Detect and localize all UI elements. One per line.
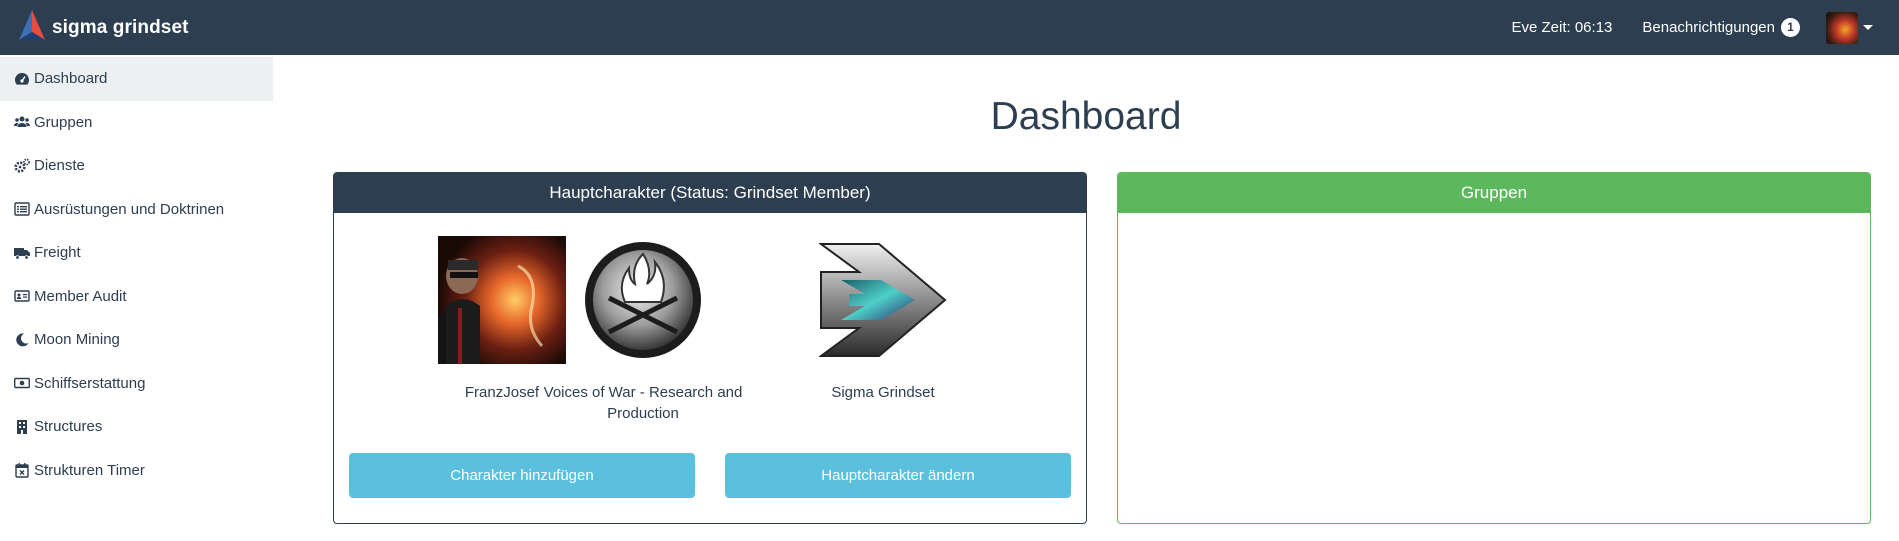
corporation-logo <box>579 236 707 364</box>
sidebar-item-label: Member Audit <box>34 287 127 305</box>
sidebar-item-moon-mining[interactable]: Moon Mining <box>0 318 273 362</box>
sidebar-item-label: Strukturen Timer <box>34 461 145 479</box>
sidebar-item-label: Dashboard <box>34 70 108 88</box>
notifications-link[interactable]: Benachrichtigungen 1 <box>1642 18 1800 37</box>
sidebar-item-label: Schiffserstattung <box>34 374 146 392</box>
sidebar-item-dienste[interactable]: Dienste <box>0 144 273 188</box>
alliance-name: Sigma Grindset <box>831 384 935 401</box>
sidebar-item-member-audit[interactable]: Member Audit <box>0 275 273 319</box>
building-icon <box>13 419 31 435</box>
caret-down-icon <box>1863 25 1873 30</box>
sidebar-item-label: Freight <box>34 244 81 262</box>
corporation-name: Voices of War - Research and Production <box>543 384 743 422</box>
top-navbar: sigma grindset Eve Zeit: 06:13 Benachric… <box>0 0 1899 55</box>
sigma-logo-icon <box>18 8 48 47</box>
avatar <box>1826 11 1858 44</box>
truck-icon <box>13 245 31 261</box>
main-corporation: Voices of War - Research and Production <box>523 236 763 424</box>
groups-panel: Gruppen <box>1117 172 1871 524</box>
sidebar-item-srp[interactable]: Schiffserstattung <box>0 362 273 406</box>
sidebar: Dashboard Gruppen Dienste Ausrüstungen u… <box>0 55 273 541</box>
sidebar-item-freight[interactable]: Freight <box>0 231 273 275</box>
money-bill-icon <box>13 375 31 391</box>
sidebar-item-label: Gruppen <box>34 113 93 131</box>
sidebar-item-label: Ausrüstungen und Doktrinen <box>34 200 225 218</box>
sidebar-item-gruppen[interactable]: Gruppen <box>0 101 273 145</box>
list-alt-icon <box>13 201 31 217</box>
sidebar-item-label: Dienste <box>34 157 85 175</box>
main-character-panel: Hauptcharakter (Status: Grindset Member) <box>333 172 1087 524</box>
users-icon <box>13 114 31 130</box>
main-alliance: Sigma Grindset <box>763 236 1003 403</box>
id-card-icon <box>13 288 31 304</box>
brand-name: sigma grindset <box>52 16 189 38</box>
tachometer-icon <box>13 71 31 87</box>
notifications-label: Benachrichtigungen <box>1642 19 1775 36</box>
calendar-times-icon <box>13 462 31 478</box>
sidebar-item-structure-timers[interactable]: Strukturen Timer <box>0 449 273 493</box>
sidebar-item-label: Moon Mining <box>34 331 120 349</box>
change-main-character-button[interactable]: Hauptcharakter ändern <box>725 453 1071 498</box>
groups-panel-heading: Gruppen <box>1118 173 1870 213</box>
alliance-logo <box>817 236 947 364</box>
moon-icon <box>13 332 31 348</box>
main-character-panel-heading: Hauptcharakter (Status: Grindset Member) <box>334 173 1086 213</box>
brand-link[interactable]: sigma grindset <box>18 8 189 47</box>
sidebar-item-label: Structures <box>34 418 103 436</box>
eve-time: Eve Zeit: 06:13 <box>1511 19 1613 36</box>
notifications-badge: 1 <box>1781 18 1800 37</box>
page-title: Dashboard <box>990 95 1182 138</box>
add-character-button[interactable]: Charakter hinzufügen <box>349 453 695 498</box>
cogs-icon <box>13 158 31 174</box>
sidebar-item-structures[interactable]: Structures <box>0 405 273 449</box>
sidebar-item-fittings[interactable]: Ausrüstungen und Doktrinen <box>0 188 273 232</box>
sidebar-item-dashboard[interactable]: Dashboard <box>0 57 273 101</box>
user-menu[interactable] <box>1826 11 1873 44</box>
